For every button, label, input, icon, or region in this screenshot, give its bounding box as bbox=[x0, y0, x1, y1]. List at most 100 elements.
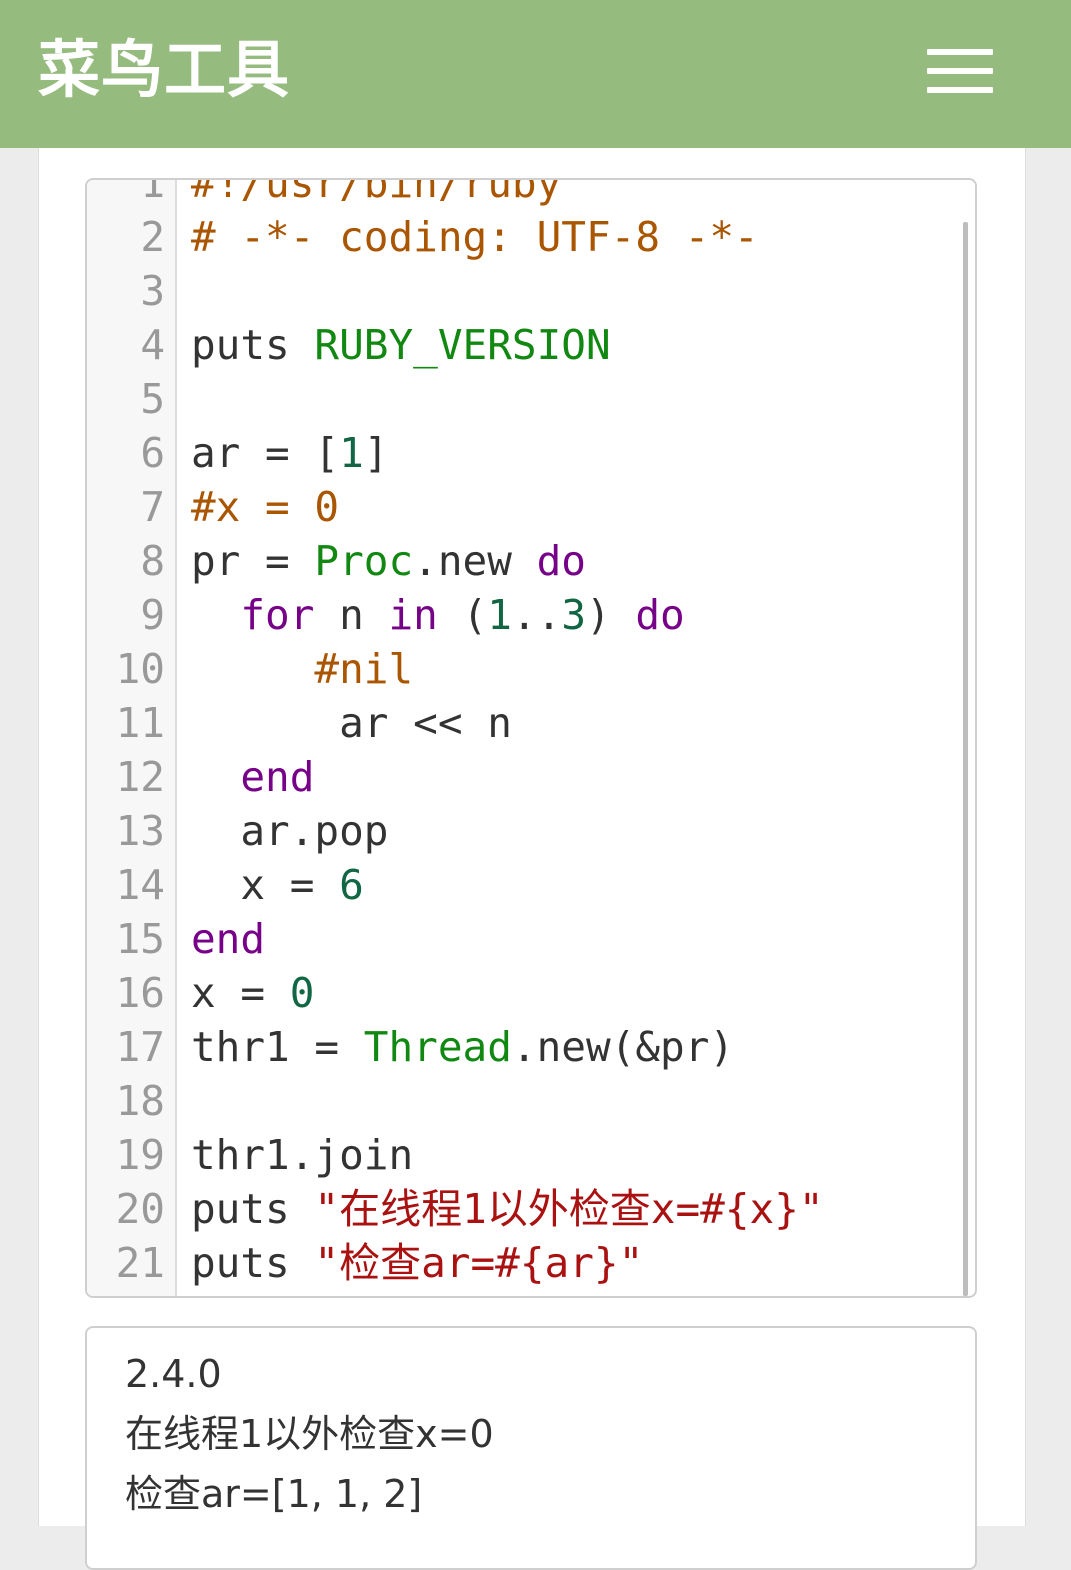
code-text[interactable]: # -*- coding: UTF-8 -*- bbox=[191, 210, 759, 264]
code-line[interactable]: 13 ar.pop bbox=[87, 804, 963, 858]
line-number: 18 bbox=[115, 1077, 165, 1125]
code-token: thr1 = bbox=[191, 1023, 364, 1071]
code-line[interactable]: 19 thr1.join bbox=[87, 1128, 963, 1182]
code-token: ] bbox=[363, 429, 389, 477]
line-number: 3 bbox=[140, 267, 165, 315]
code-line[interactable]: 12 end bbox=[87, 750, 963, 804]
code-token: #!/usr/bin/ruby bbox=[191, 178, 562, 207]
code-line[interactable]: 3 bbox=[87, 264, 963, 318]
menu-bar-top bbox=[927, 49, 993, 55]
code-token: end bbox=[191, 915, 266, 963]
hamburger-menu-icon[interactable] bbox=[922, 44, 998, 98]
menu-bar-middle bbox=[927, 68, 993, 74]
code-line[interactable]: 6 ar = [1] bbox=[87, 426, 963, 480]
code-token: 3 bbox=[561, 591, 586, 639]
line-number: 5 bbox=[140, 375, 165, 423]
code-token: 6 bbox=[339, 861, 364, 909]
code-line[interactable]: 7 #x = 0 bbox=[87, 480, 963, 534]
code-token: ) bbox=[586, 591, 636, 639]
line-number: 2 bbox=[140, 213, 165, 261]
output-line: 2.4.0 bbox=[125, 1352, 222, 1396]
code-token: end bbox=[240, 753, 315, 801]
code-text[interactable]: pr = Proc.new do bbox=[191, 534, 586, 588]
code-token: RUBY_VERSION bbox=[314, 321, 611, 369]
code-line[interactable]: 15 end bbox=[87, 912, 963, 966]
code-text[interactable]: x = 6 bbox=[191, 858, 364, 912]
code-token: "检查ar=#{ar}" bbox=[314, 1239, 644, 1287]
code-line[interactable]: 8 pr = Proc.new do bbox=[87, 534, 963, 588]
line-number: 7 bbox=[140, 483, 165, 531]
code-text[interactable]: ar.pop bbox=[191, 804, 388, 858]
code-token: thr1.join bbox=[191, 1131, 414, 1179]
code-editor[interactable]: 1 #!/usr/bin/ruby 2 # -*- coding: UTF-8 -*-… bbox=[85, 178, 977, 1298]
code-token: do bbox=[536, 537, 586, 585]
code-line[interactable]: 17 thr1 = Thread.new(&pr) bbox=[87, 1020, 963, 1074]
code-line[interactable]: 21 puts "检查ar=#{ar}" bbox=[87, 1236, 963, 1290]
line-number: 14 bbox=[115, 861, 165, 909]
code-text[interactable]: puts "在线程1以外检查x=#{x}" bbox=[191, 1182, 824, 1236]
code-token: do bbox=[635, 591, 685, 639]
code-text[interactable]: #x = 0 bbox=[191, 480, 339, 534]
line-number: 17 bbox=[115, 1023, 165, 1071]
code-text[interactable]: thr1.join bbox=[191, 1128, 413, 1182]
code-text[interactable]: #nil bbox=[191, 642, 413, 696]
code-line[interactable]: 10 #nil bbox=[87, 642, 963, 696]
code-text[interactable]: end bbox=[191, 750, 314, 804]
code-token: #nil bbox=[314, 645, 414, 693]
code-token: puts bbox=[191, 321, 315, 369]
code-token: .. bbox=[511, 591, 562, 639]
line-number: 11 bbox=[115, 699, 165, 747]
line-number: 13 bbox=[115, 807, 165, 855]
line-number: 4 bbox=[140, 321, 165, 369]
code-line[interactable]: 2 # -*- coding: UTF-8 -*- bbox=[87, 210, 963, 264]
code-line[interactable]: 18 bbox=[87, 1074, 963, 1128]
line-number: 15 bbox=[115, 915, 165, 963]
site-logo-text[interactable]: 菜鸟工具 bbox=[38, 30, 290, 110]
code-token: Proc bbox=[314, 537, 414, 585]
line-number: 19 bbox=[115, 1131, 165, 1179]
code-token: x = bbox=[191, 861, 340, 909]
line-number: 16 bbox=[115, 969, 165, 1017]
code-text[interactable]: ar = [1] bbox=[191, 426, 388, 480]
code-token: # -*- coding: UTF-8 -*- bbox=[191, 213, 759, 261]
code-line[interactable]: 11 ar << n bbox=[87, 696, 963, 750]
code-line[interactable]: 5 bbox=[87, 372, 963, 426]
code-text[interactable]: for n in (1..3) do bbox=[191, 588, 685, 642]
code-token: .new bbox=[413, 537, 537, 585]
code-token: .new(&pr) bbox=[511, 1023, 735, 1071]
code-token: #x = 0 bbox=[191, 483, 340, 531]
code-text[interactable]: #!/usr/bin/ruby bbox=[191, 178, 562, 210]
code-text[interactable]: x = 0 bbox=[191, 966, 314, 1020]
code-line[interactable]: 14 x = 6 bbox=[87, 858, 963, 912]
line-number: 6 bbox=[140, 429, 165, 477]
code-token: Thread bbox=[363, 1023, 512, 1071]
code-token: pr = bbox=[191, 537, 315, 585]
code-token: 0 bbox=[289, 969, 315, 1017]
code-line[interactable]: 4 puts RUBY_VERSION bbox=[87, 318, 963, 372]
line-number: 8 bbox=[140, 537, 165, 585]
output-line: 检查ar=[1, 1, 2] bbox=[125, 1472, 423, 1516]
top-header: 菜鸟工具 bbox=[0, 0, 1071, 148]
code-token: "在线程1以外检查x=#{x}" bbox=[314, 1185, 824, 1233]
line-number: 1 bbox=[140, 178, 165, 207]
code-token: ar = [ bbox=[191, 429, 340, 477]
code-line[interactable]: 9 for n in (1..3) do bbox=[87, 588, 963, 642]
line-number: 21 bbox=[115, 1239, 165, 1287]
line-number: 20 bbox=[115, 1185, 165, 1233]
code-line[interactable]: 16 x = 0 bbox=[87, 966, 963, 1020]
code-text[interactable]: ar << n bbox=[191, 696, 512, 750]
code-token: ar.pop bbox=[191, 807, 389, 855]
code-token: 1 bbox=[339, 429, 364, 477]
editor-scrollbar[interactable] bbox=[963, 222, 968, 1296]
code-text[interactable]: puts "检查ar=#{ar}" bbox=[191, 1236, 643, 1290]
code-text[interactable]: end bbox=[191, 912, 265, 966]
code-token: puts bbox=[191, 1239, 315, 1287]
code-line[interactable]: 1 #!/usr/bin/ruby bbox=[87, 178, 963, 210]
code-line[interactable]: 20 puts "在线程1以外检查x=#{x}" bbox=[87, 1182, 963, 1236]
code-text[interactable]: puts RUBY_VERSION bbox=[191, 318, 611, 372]
code-token: for bbox=[240, 591, 315, 639]
code-lines[interactable]: 1 #!/usr/bin/ruby 2 # -*- coding: UTF-8 -*-… bbox=[87, 178, 963, 1290]
code-text[interactable]: thr1 = Thread.new(&pr) bbox=[191, 1020, 734, 1074]
output-panel: 2.4.0 在线程1以外检查x=0 检查ar=[1, 1, 2] bbox=[85, 1326, 977, 1570]
